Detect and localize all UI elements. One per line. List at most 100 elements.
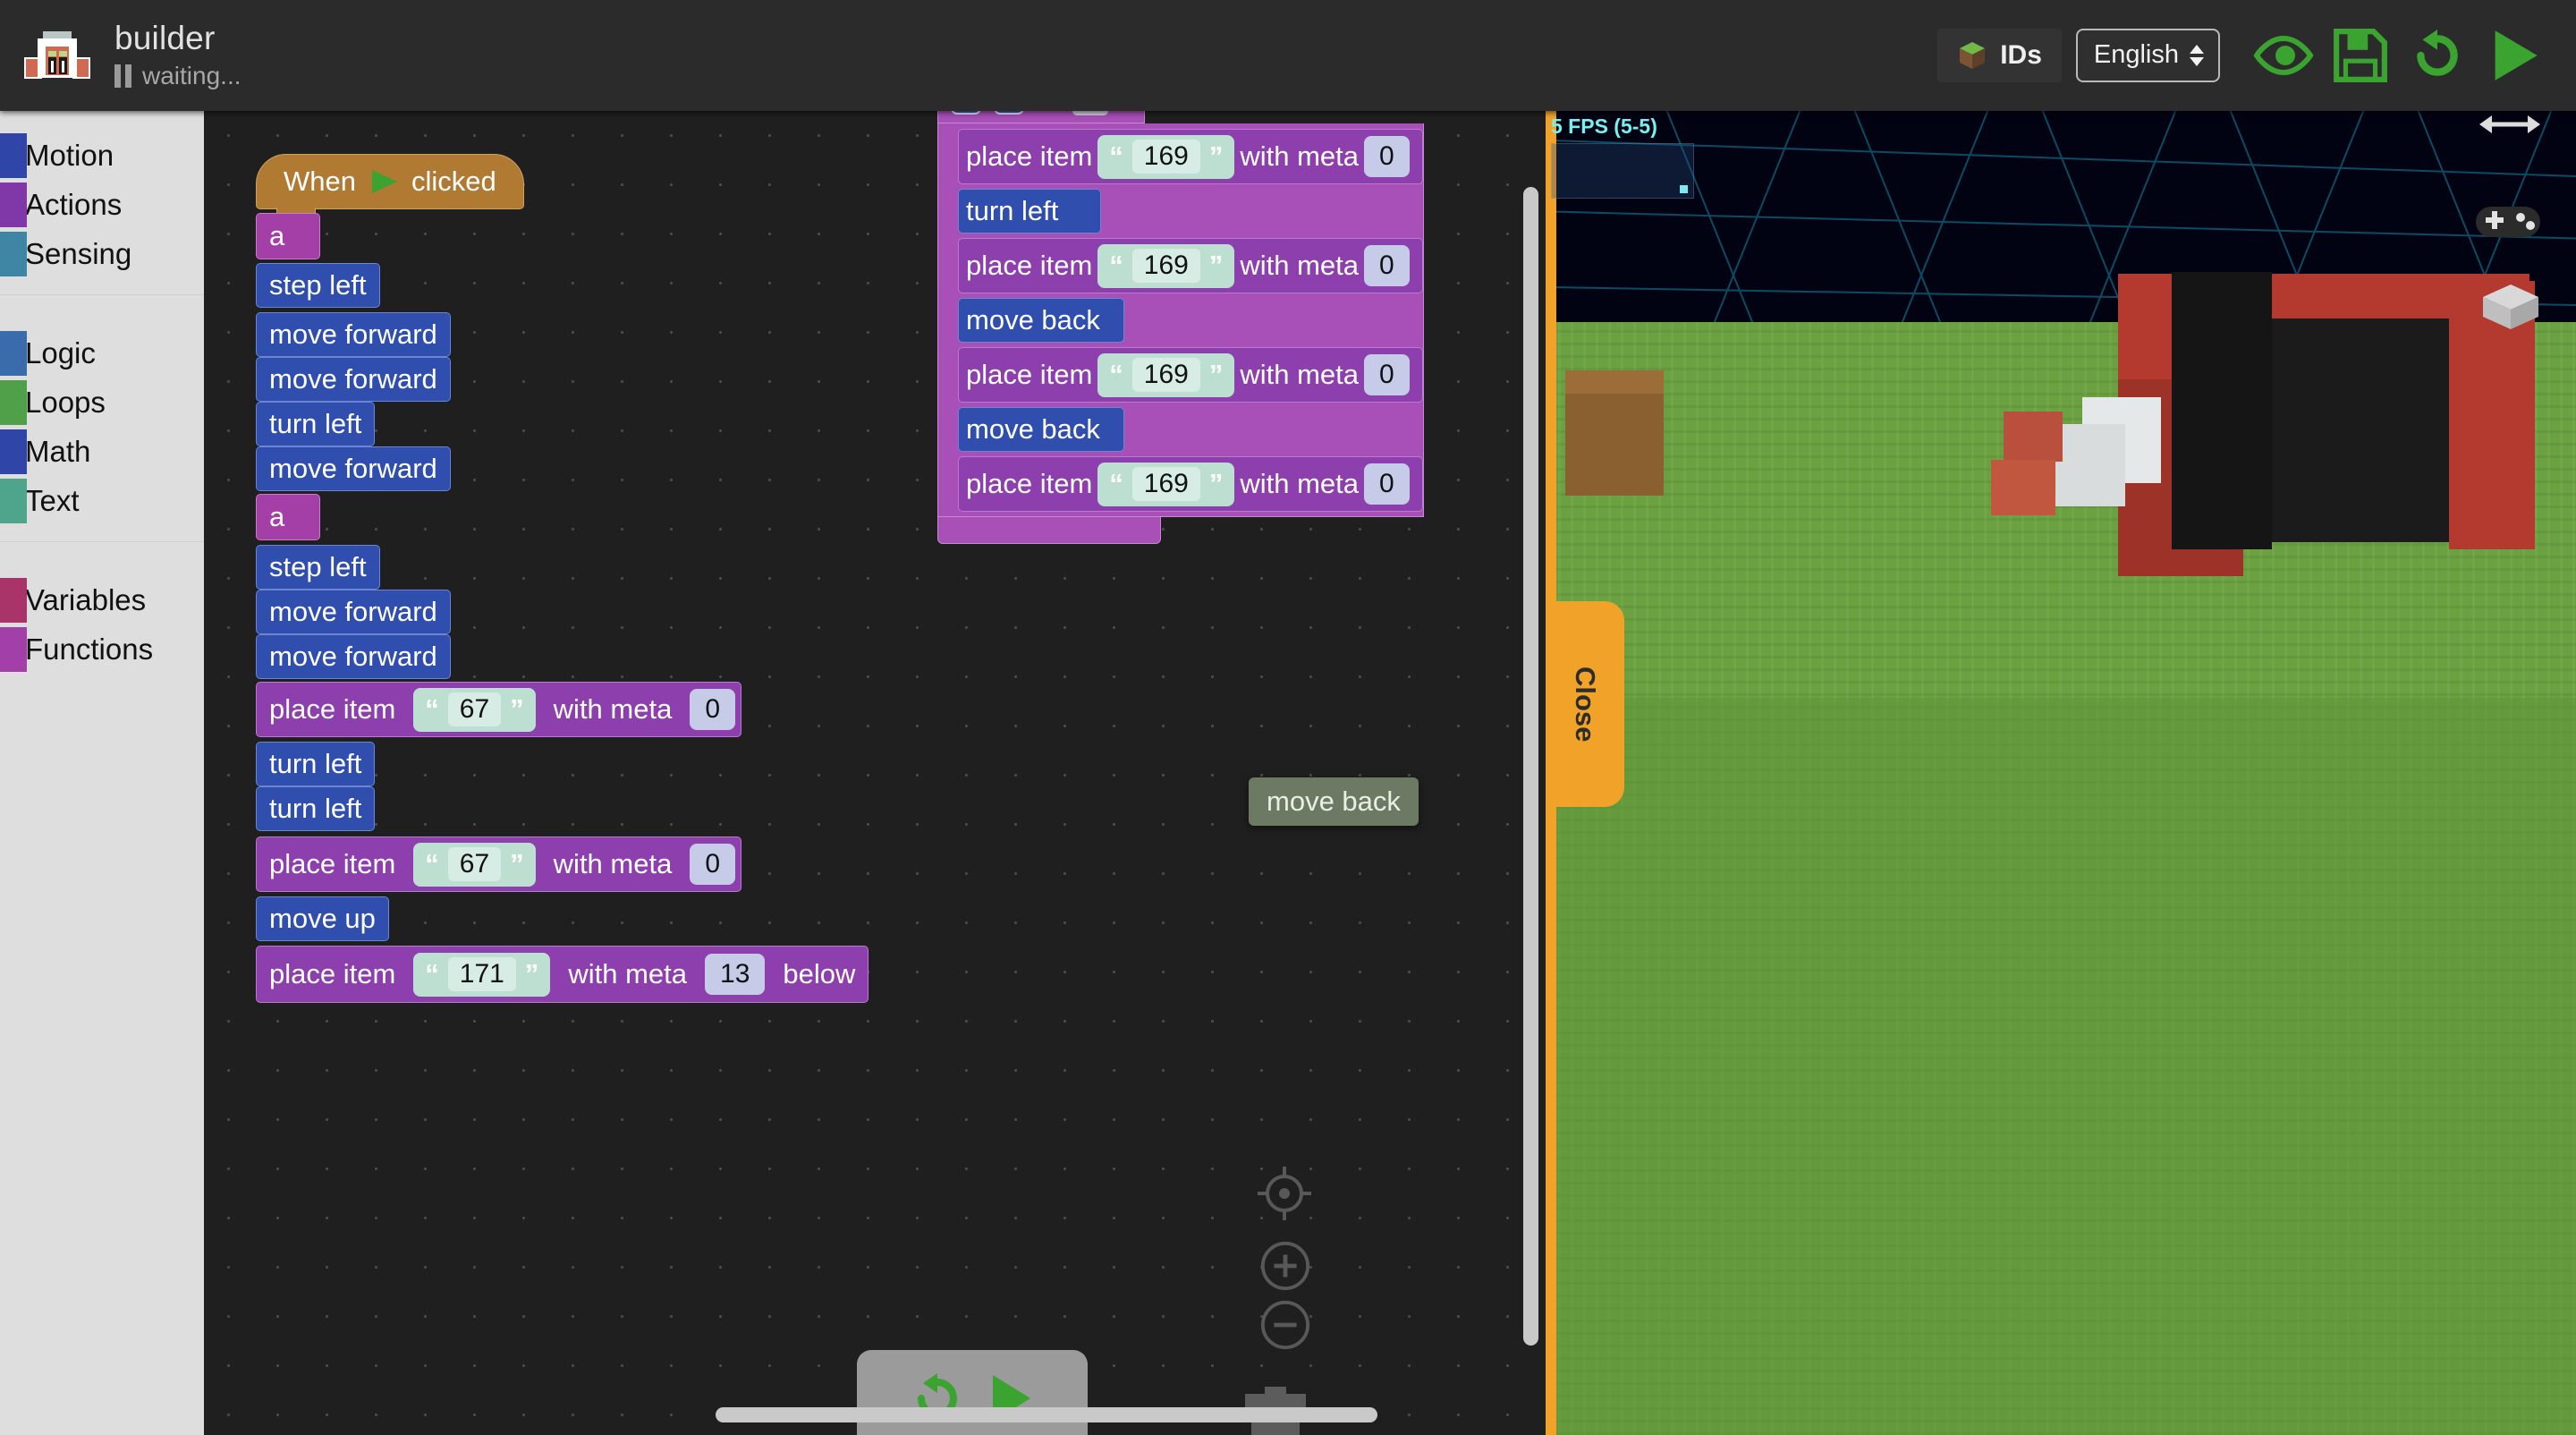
item-id-field[interactable]: “ 171 ” bbox=[413, 952, 551, 997]
item-id-field[interactable]: “ 169 ” bbox=[1097, 243, 1235, 288]
sidebar-item-sensing[interactable]: Sensing bbox=[0, 229, 204, 278]
step-left-block[interactable]: step left bbox=[256, 263, 380, 308]
zoom-out-icon[interactable] bbox=[1259, 1299, 1311, 1355]
with-meta-label: with meta bbox=[1240, 359, 1360, 390]
item-id-field[interactable]: “ 169 ” bbox=[1097, 352, 1235, 397]
move-back-block[interactable]: move back bbox=[958, 298, 1124, 343]
place-item-below-block[interactable]: place item “ 171 ” with meta 13 below bbox=[256, 946, 869, 1003]
item-id-value: 67 bbox=[447, 692, 502, 726]
move-forward-block[interactable]: move forward bbox=[256, 590, 451, 634]
move-forward-block[interactable]: move forward bbox=[256, 446, 451, 491]
place-item-block[interactable]: place item “ 169 ” with meta 0 bbox=[958, 238, 1423, 293]
dragged-move-back-block[interactable]: move back bbox=[1249, 777, 1419, 826]
vertical-scrollbar[interactable] bbox=[1523, 187, 1538, 1346]
project-meta: builder waiting... bbox=[114, 21, 242, 90]
block-label: place item bbox=[966, 359, 1093, 390]
sidebar-item-label: Variables bbox=[25, 582, 147, 616]
place-item-block[interactable]: place item “ 169 ” with meta 0 bbox=[958, 347, 1423, 403]
meta-value-field[interactable]: 0 bbox=[1364, 463, 1410, 505]
sidebar-item-text[interactable]: Text bbox=[0, 476, 204, 525]
item-id-field[interactable]: “ 169 ” bbox=[1097, 462, 1235, 506]
status-row: waiting... bbox=[114, 62, 242, 90]
move-forward-block[interactable]: move forward bbox=[256, 634, 451, 679]
package-icon[interactable] bbox=[2479, 281, 2542, 337]
block-label: place item bbox=[269, 958, 396, 989]
sidebar-item-math[interactable]: Math bbox=[0, 427, 204, 476]
block-label: move up bbox=[269, 903, 376, 934]
move-forward-block[interactable]: move forward bbox=[256, 312, 451, 357]
block-label: place item bbox=[269, 848, 396, 879]
close-panel-button[interactable]: Close bbox=[1546, 601, 1624, 807]
language-select[interactable]: English bbox=[2075, 29, 2220, 82]
sidebar-item-label: Actions bbox=[25, 187, 123, 221]
place-item-block[interactable]: place item “ 67 ” with meta 0 bbox=[256, 682, 742, 737]
block-label: move back bbox=[966, 413, 1100, 445]
block-label: step left bbox=[269, 269, 367, 301]
place-item-block[interactable]: place item “ 169 ” with meta 0 bbox=[958, 456, 1423, 512]
center-target-icon[interactable] bbox=[1258, 1167, 1311, 1225]
ids-button[interactable]: IDs bbox=[1937, 29, 2062, 82]
function-header[interactable]: ⚙ ? to a bbox=[937, 111, 1145, 123]
gear-icon[interactable]: ⚙ bbox=[951, 111, 981, 115]
block-label: move forward bbox=[269, 641, 437, 672]
question-icon[interactable]: ? bbox=[994, 111, 1024, 115]
with-meta-label: with meta bbox=[553, 848, 673, 879]
quote-open-icon: “ bbox=[425, 958, 439, 989]
block-workspace[interactable]: When clicked a step left move forward mo… bbox=[204, 111, 1546, 1435]
function-name[interactable]: a bbox=[1072, 111, 1108, 115]
quote-open-icon: “ bbox=[1109, 250, 1123, 281]
undo-icon[interactable] bbox=[2399, 26, 2476, 85]
sidebar-item-loops[interactable]: Loops bbox=[0, 378, 204, 427]
run-icon[interactable] bbox=[2476, 26, 2553, 85]
meta-value-field[interactable]: 0 bbox=[1364, 136, 1410, 177]
save-icon[interactable] bbox=[2322, 26, 2399, 85]
header-actions: IDs English bbox=[1937, 26, 2576, 85]
app-header: builder waiting... IDs English bbox=[0, 0, 2576, 111]
meta-value-field[interactable]: 13 bbox=[705, 954, 766, 995]
quote-open-icon: “ bbox=[1109, 468, 1123, 499]
green-flag-icon bbox=[369, 168, 399, 195]
sidebar-item-label: Functions bbox=[25, 632, 154, 666]
sidebar-item-actions[interactable]: Actions bbox=[0, 180, 204, 229]
turn-left-block[interactable]: turn left bbox=[256, 402, 376, 446]
sidebar-item-motion[interactable]: Motion bbox=[0, 131, 204, 180]
minimap bbox=[1551, 143, 1694, 199]
call-function-a-block[interactable]: a bbox=[256, 213, 320, 259]
meta-value-field[interactable]: 0 bbox=[1364, 245, 1410, 286]
place-item-block[interactable]: place item “ 67 ” with meta 0 bbox=[256, 836, 742, 892]
text-color-swatch bbox=[0, 479, 27, 523]
place-item-block[interactable]: place item “ 169 ” with meta 0 bbox=[958, 129, 1423, 184]
function-body: place item “ 169 ” with meta 0 turn left… bbox=[937, 123, 1424, 517]
move-back-block[interactable]: move back bbox=[958, 407, 1124, 452]
move-forward-block[interactable]: move forward bbox=[256, 357, 451, 402]
grass-block-icon bbox=[1957, 40, 1987, 71]
sidebar-item-logic[interactable]: Logic bbox=[0, 328, 204, 378]
horizontal-scrollbar[interactable] bbox=[716, 1407, 1377, 1422]
item-id-field[interactable]: “ 169 ” bbox=[1097, 134, 1235, 179]
call-function-a-block[interactable]: a bbox=[256, 494, 320, 540]
gamepad-icon[interactable] bbox=[2474, 198, 2542, 247]
with-meta-label: with meta bbox=[1240, 140, 1360, 172]
item-id-field[interactable]: “ 67 ” bbox=[413, 842, 536, 887]
sidebar-item-functions[interactable]: Functions bbox=[0, 624, 204, 674]
resize-arrows-icon[interactable] bbox=[2478, 111, 2542, 147]
step-left-block[interactable]: step left bbox=[256, 545, 380, 590]
sidebar-item-label: Logic bbox=[25, 335, 96, 369]
fps-counter: 5 FPS (5-5) bbox=[1551, 115, 1657, 138]
meta-value-field[interactable]: 0 bbox=[1364, 354, 1410, 395]
item-id-field[interactable]: “ 67 ” bbox=[413, 687, 536, 732]
when-flag-clicked-hat-block[interactable]: When clicked bbox=[256, 154, 524, 219]
turn-left-block[interactable]: turn left bbox=[256, 786, 376, 831]
block-label: a bbox=[269, 220, 285, 251]
zoom-in-icon[interactable] bbox=[1259, 1240, 1311, 1296]
function-definition-block[interactable]: ⚙ ? to a place item “ 169 ” with meta 0 bbox=[937, 111, 1424, 544]
loops-color-swatch bbox=[0, 380, 27, 425]
meta-value-field[interactable]: 0 bbox=[690, 689, 736, 730]
turn-left-block[interactable]: turn left bbox=[958, 189, 1101, 234]
meta-value-field[interactable]: 0 bbox=[690, 844, 736, 885]
turn-left-block[interactable]: turn left bbox=[256, 742, 376, 786]
game-viewport[interactable]: 5 FPS (5-5) Close bbox=[1546, 111, 2576, 1435]
eye-icon[interactable] bbox=[2245, 26, 2322, 85]
move-up-block[interactable]: move up bbox=[256, 896, 389, 941]
sidebar-item-variables[interactable]: Variables bbox=[0, 575, 204, 624]
